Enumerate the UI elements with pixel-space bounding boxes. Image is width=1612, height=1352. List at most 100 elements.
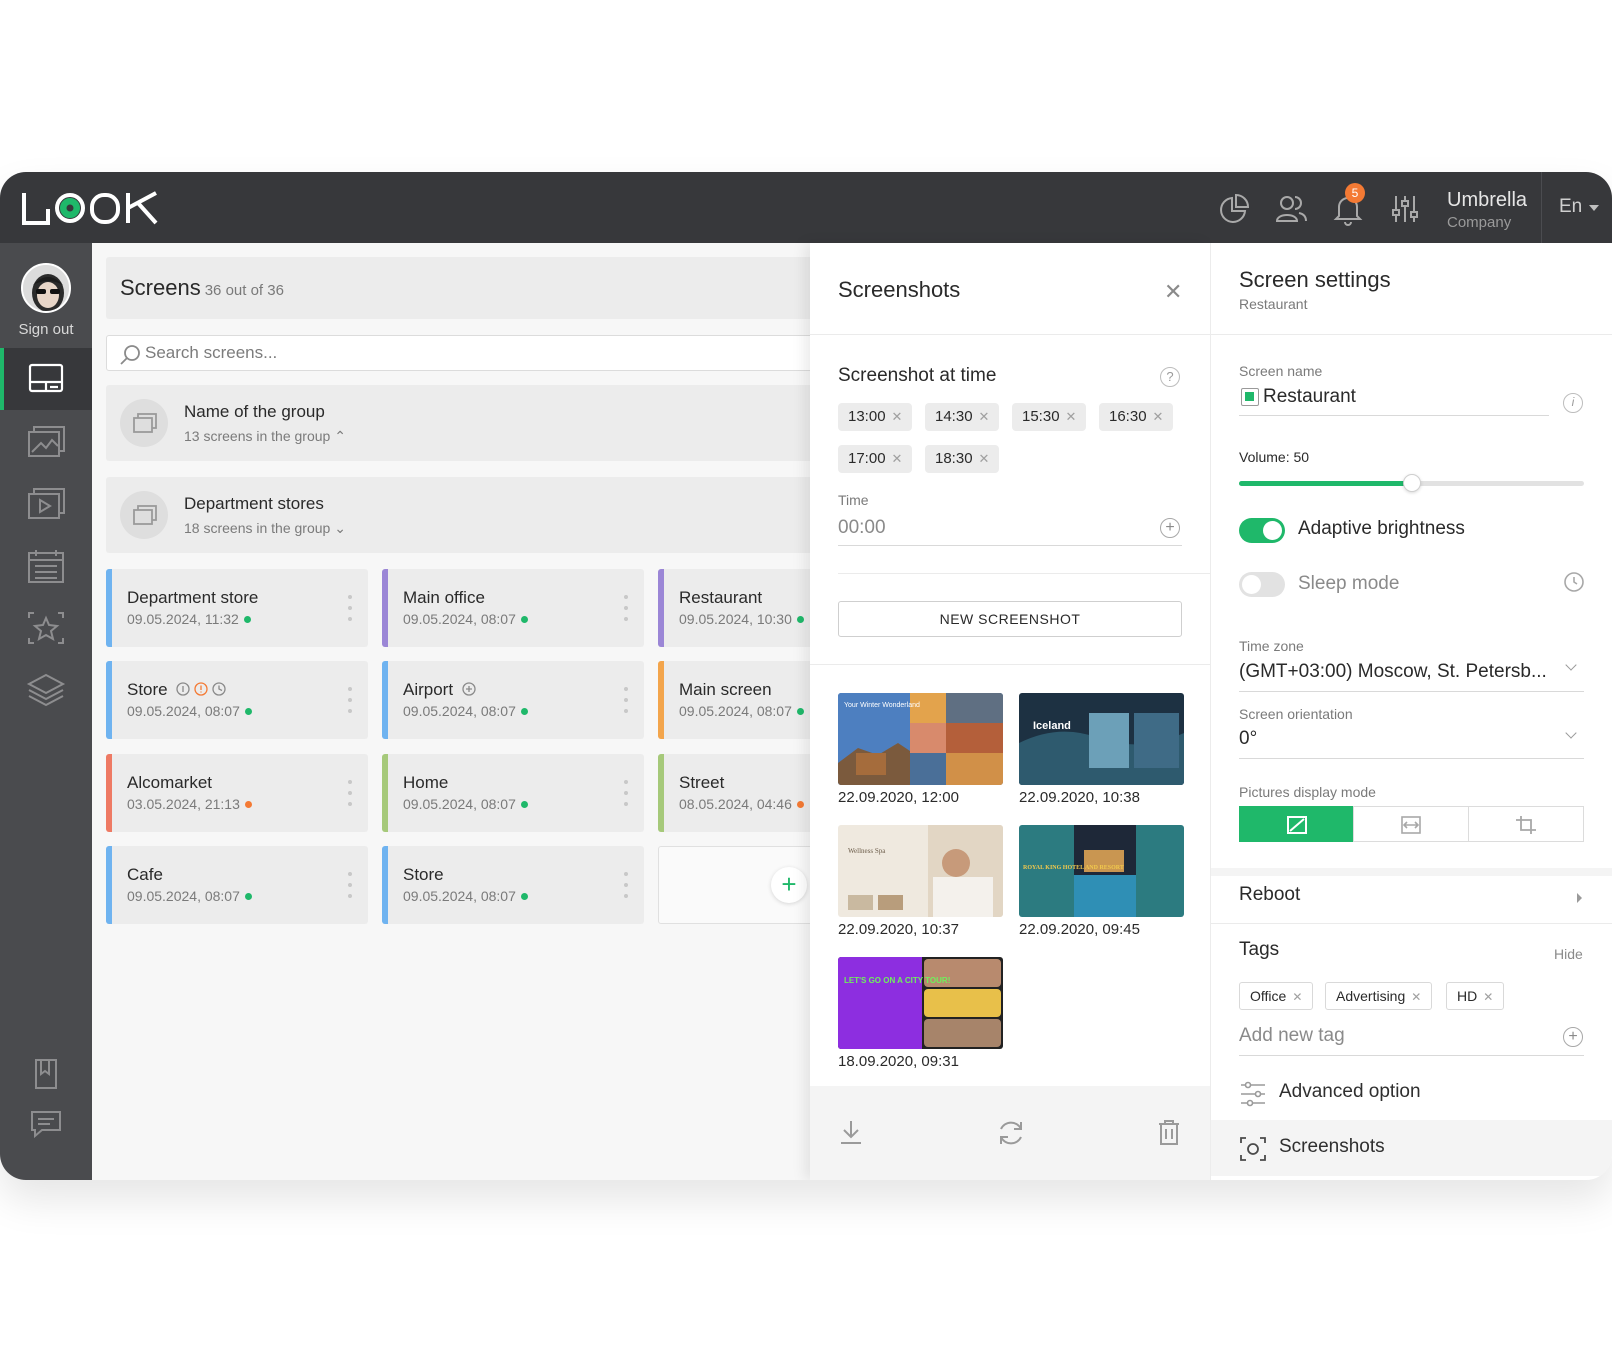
time-chip[interactable]: 13:00 ✕ (838, 403, 913, 431)
info-icon[interactable]: i (1563, 393, 1583, 413)
sidebar-item-playlist[interactable] (0, 472, 92, 534)
advanced-option-item[interactable]: Advanced option (1211, 1065, 1612, 1121)
remove-icon[interactable]: ✕ (1292, 990, 1302, 1004)
settings-sliders-icon[interactable] (1388, 192, 1422, 226)
screen-card[interactable]: Store 09.05.2024, 08:07 (382, 846, 644, 924)
add-screen-button[interactable]: + (771, 867, 807, 903)
input-underline (1239, 758, 1584, 759)
screenshot-thumbnail[interactable]: ROYAL KING HOTEL AND RESORT (1019, 825, 1184, 917)
sidebar-item-schedule[interactable] (0, 534, 92, 596)
users-icon[interactable] (1274, 192, 1308, 226)
tag-chip[interactable]: Office ✕ (1239, 982, 1314, 1010)
tag-chip[interactable]: Advertising ✕ (1325, 982, 1433, 1010)
remove-icon[interactable]: ✕ (1153, 409, 1164, 424)
chat-icon (31, 1111, 61, 1139)
tag-chip[interactable]: HD ✕ (1446, 982, 1505, 1010)
screen-card[interactable]: Store 09.05.2024, 08:07 (106, 661, 368, 739)
more-icon[interactable] (348, 872, 352, 900)
avatar[interactable] (21, 263, 71, 313)
screen-card[interactable]: Main office 09.05.2024, 08:07 (382, 569, 644, 647)
screenshot-thumbnail[interactable]: Wellness Spa (838, 825, 1003, 917)
screenshot-thumbnail[interactable]: LET'S GO ON A CITY TOUR! (838, 957, 1003, 1049)
divider (1541, 172, 1542, 243)
remove-icon[interactable]: ✕ (979, 409, 990, 424)
download-icon[interactable] (838, 1118, 864, 1146)
orientation-select[interactable]: 0° (1239, 728, 1257, 750)
time-chip[interactable]: 16:30 ✕ (1099, 403, 1174, 431)
add-time-icon[interactable]: + (1160, 518, 1180, 538)
time-chip[interactable]: 14:30 ✕ (925, 403, 1000, 431)
screen-card[interactable]: Airport 09.05.2024, 08:07 (382, 661, 644, 739)
timezone-select[interactable]: (GMT+03:00) Moscow, St. Petersb... (1239, 661, 1547, 683)
more-icon[interactable] (348, 780, 352, 808)
screenshot-thumbnail[interactable]: Iceland (1019, 693, 1184, 785)
display-mode-stretch[interactable] (1239, 806, 1354, 842)
add-tag-icon[interactable]: + (1563, 1027, 1583, 1047)
remove-icon[interactable]: ✕ (1483, 990, 1493, 1004)
playlist-icon (28, 488, 65, 519)
screenshot-thumbnail[interactable]: Your Winter Wonderland (838, 693, 1003, 785)
adaptive-brightness-toggle[interactable] (1239, 518, 1285, 543)
more-icon[interactable] (348, 687, 352, 715)
sleep-mode-toggle[interactable] (1239, 572, 1285, 597)
company-switcher[interactable]: Umbrella Company (1447, 189, 1527, 231)
group-row[interactable]: Department stores 18 screens in the grou… (106, 477, 826, 553)
sidebar-item-screens[interactable] (0, 348, 92, 410)
online-dot (244, 893, 252, 900)
remove-icon[interactable]: ✕ (892, 451, 903, 466)
screen-name: Airport (403, 680, 477, 700)
language-select[interactable]: En (1559, 196, 1582, 218)
sign-out-link[interactable]: Sign out (0, 321, 92, 338)
more-icon[interactable] (624, 872, 628, 900)
screen-name-field[interactable]: Restaurant (1263, 386, 1356, 408)
add-tag-input[interactable]: Add new tag (1239, 1025, 1345, 1047)
group-row[interactable]: Name of the group 13 screens in the grou… (106, 385, 826, 461)
more-icon[interactable] (348, 595, 352, 623)
search-input[interactable]: Search screens... (106, 335, 826, 371)
remove-icon[interactable]: ✕ (979, 451, 990, 466)
volume-knob[interactable] (1402, 474, 1421, 492)
sidebar-item-favorites[interactable] (0, 596, 92, 658)
more-icon[interactable] (624, 595, 628, 623)
screen-card[interactable]: Department store 09.05.2024, 11:32 (106, 569, 368, 647)
remove-icon[interactable]: ✕ (1411, 990, 1421, 1004)
look-logo[interactable] (20, 189, 162, 227)
screen-color-swatch[interactable] (1241, 388, 1259, 406)
screen-card[interactable]: Restaurant 09.05.2024, 10:30 (658, 569, 826, 647)
screen-date-text: 09.05.2024, 08:07 (679, 703, 792, 719)
reboot-item[interactable]: Reboot (1239, 884, 1300, 906)
remove-icon[interactable]: ✕ (892, 409, 903, 424)
display-mode-fit[interactable] (1353, 806, 1469, 842)
time-input[interactable]: 00:00 (838, 517, 886, 539)
screen-card[interactable]: Main screen 09.05.2024, 08:07 (658, 661, 826, 739)
screen-card[interactable]: Street 08.05.2024, 04:46 (658, 754, 826, 832)
trash-icon[interactable] (1156, 1118, 1182, 1146)
search-icon (120, 345, 140, 365)
refresh-icon[interactable] (996, 1118, 1026, 1148)
close-icon[interactable]: ✕ (1164, 279, 1182, 305)
more-icon[interactable] (624, 687, 628, 715)
screen-card[interactable]: Cafe 09.05.2024, 08:07 (106, 846, 368, 924)
sidebar-item-layers[interactable] (0, 658, 92, 720)
hide-link[interactable]: Hide (1554, 946, 1583, 962)
time-chip[interactable]: 15:30 ✕ (1012, 403, 1087, 431)
group-count[interactable]: 18 screens in the group ⌄ (184, 520, 346, 537)
sidebar-item-chat[interactable] (0, 1093, 92, 1155)
volume-slider[interactable] (1239, 474, 1584, 492)
screen-card[interactable]: Alcomarket 03.05.2024, 21:13 (106, 754, 368, 832)
remove-icon[interactable]: ✕ (1066, 409, 1077, 424)
screen-card[interactable]: Home 09.05.2024, 08:07 (382, 754, 644, 832)
layers-icon (26, 673, 66, 707)
clock-icon[interactable] (1563, 571, 1585, 593)
screenshots-item[interactable]: Screenshots (1211, 1120, 1612, 1176)
time-chip[interactable]: 18:30 ✕ (925, 445, 1000, 473)
more-icon[interactable] (624, 780, 628, 808)
add-screen-card[interactable]: + (658, 846, 826, 924)
sidebar-item-gallery[interactable] (0, 410, 92, 472)
display-mode-crop[interactable] (1468, 806, 1584, 842)
new-screenshot-button[interactable]: NEW SCREENSHOT (838, 601, 1182, 637)
group-count[interactable]: 13 screens in the group ⌃ (184, 428, 346, 445)
analytics-icon[interactable] (1217, 192, 1251, 226)
help-icon[interactable]: ? (1160, 367, 1180, 387)
time-chip[interactable]: 17:00 ✕ (838, 445, 913, 473)
